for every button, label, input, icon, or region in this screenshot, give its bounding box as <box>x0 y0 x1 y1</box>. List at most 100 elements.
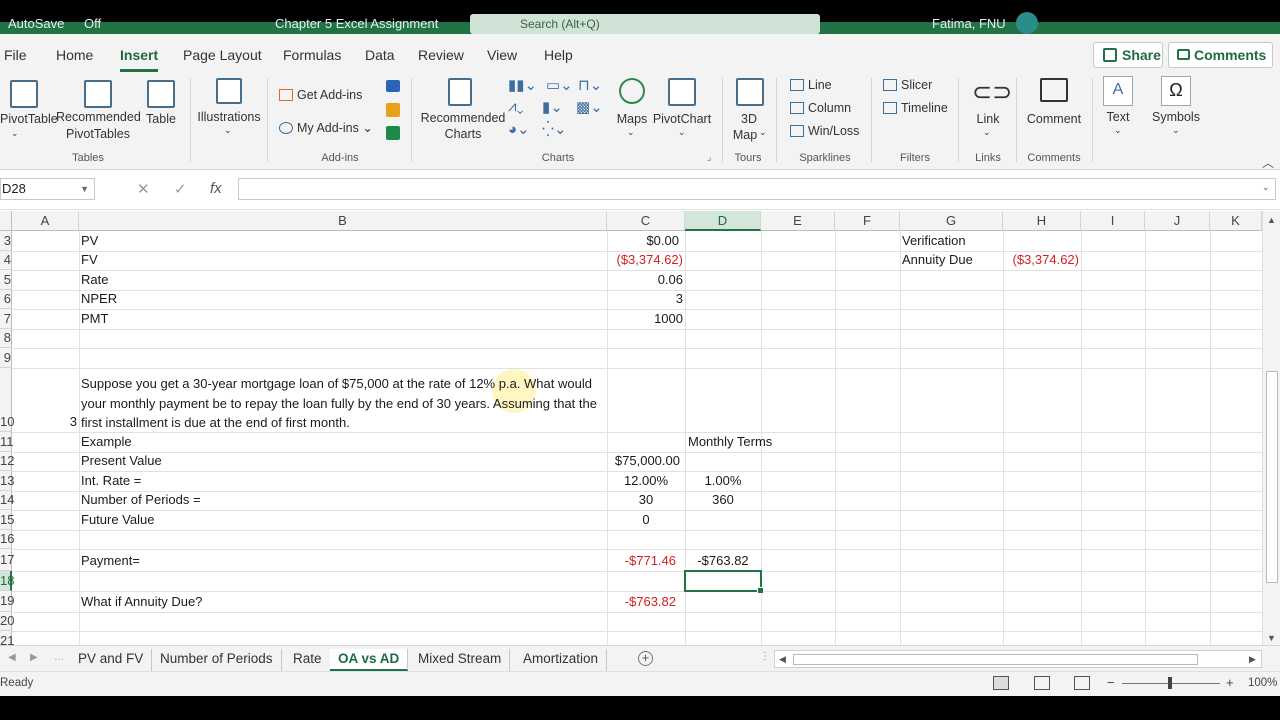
selected-cell-d18[interactable] <box>684 570 764 594</box>
cell-c13[interactable]: 12.00% <box>607 473 685 488</box>
combo-chart-icon[interactable]: ▩⌄ <box>576 98 603 116</box>
user-name[interactable]: Fatima, FNU <box>932 16 1006 31</box>
chevron-down-icon[interactable]: ⌄ <box>224 125 232 136</box>
vertical-scrollbar[interactable]: ▲ ▼ <box>1262 211 1280 645</box>
recommended-charts-l2[interactable]: Charts <box>416 127 510 141</box>
row-header-5[interactable]: 5 <box>0 270 12 290</box>
select-all-corner[interactable] <box>0 211 12 231</box>
hierarchy-chart-icon[interactable]: ▭⌄ <box>546 76 573 94</box>
collapse-ribbon-icon[interactable]: ︿ <box>1262 154 1274 171</box>
row-header-13[interactable]: 13 <box>0 471 14 491</box>
worksheet-grid[interactable]: A B C D E F G H I J K 3 4 5 6 7 8 9 10 1… <box>0 211 1262 645</box>
illustrations-button[interactable]: Illustrations <box>193 110 265 124</box>
bing-icon[interactable] <box>386 103 400 117</box>
scroll-right-icon[interactable]: ▶ <box>1249 654 1256 665</box>
row-header-14[interactable]: 14 <box>0 491 14 510</box>
chevron-down-icon[interactable]: ⌄ <box>678 127 686 138</box>
recommended-pivottables-l1[interactable]: Recommended <box>56 110 141 124</box>
column-header-j[interactable]: J <box>1145 211 1210 231</box>
name-box[interactable]: D28 ▼ <box>0 178 95 200</box>
tab-help[interactable]: Help <box>544 47 573 63</box>
waterfall-chart-icon[interactable]: ⊓⌄ <box>578 76 602 94</box>
cell-b13[interactable]: Int. Rate = <box>81 473 141 488</box>
chevron-down-icon[interactable]: ▼ <box>80 179 89 199</box>
row-header-20[interactable]: 20 <box>0 612 14 631</box>
sheet-tab-oa-vs-ad[interactable]: OA vs AD <box>330 649 409 671</box>
table-button[interactable]: Table <box>140 112 182 126</box>
cell-b15[interactable]: Future Value <box>81 512 154 527</box>
search-box[interactable]: Search (Alt+Q) <box>470 14 820 34</box>
row-header-11[interactable]: 11 <box>0 432 14 452</box>
maps-button[interactable]: Maps <box>610 112 654 126</box>
cell-b7[interactable]: PMT <box>81 311 108 326</box>
column-header-f[interactable]: F <box>835 211 900 231</box>
cell-c6[interactable]: 3 <box>607 291 683 306</box>
share-button[interactable]: Share <box>1093 42 1163 68</box>
scrollbar-thumb[interactable] <box>793 654 1198 665</box>
enter-icon[interactable]: ✓ <box>174 180 187 198</box>
cell-b3[interactable]: PV <box>81 233 98 248</box>
chevron-down-icon[interactable]: ⌄ <box>1172 125 1180 136</box>
chevron-down-icon[interactable]: ⌄ <box>627 127 635 138</box>
prev-sheet-icon[interactable]: ◀ <box>8 652 16 663</box>
column-header-i[interactable]: I <box>1081 211 1145 231</box>
cell-b12[interactable]: Present Value <box>81 453 162 468</box>
page-break-view-icon[interactable] <box>1074 676 1090 690</box>
chevron-down-icon[interactable]: ⌄ <box>1114 125 1122 136</box>
row-header-6[interactable]: 6 <box>0 290 12 309</box>
row-header-3[interactable]: 3 <box>0 231 12 251</box>
cell-c4[interactable]: ($3,374.62) <box>607 252 684 267</box>
tab-home[interactable]: Home <box>56 47 93 63</box>
row-header-18[interactable]: 18 <box>0 571 14 591</box>
cell-c5[interactable]: 0.06 <box>607 272 683 287</box>
cell-b5[interactable]: Rate <box>81 272 108 287</box>
tab-review[interactable]: Review <box>418 47 464 63</box>
row-header-7[interactable]: 7 <box>0 309 12 329</box>
row-header-15[interactable]: 15 <box>0 510 14 530</box>
scrollbar-thumb[interactable] <box>1266 371 1278 583</box>
chevron-down-icon[interactable]: ⌄ <box>1262 182 1270 193</box>
get-addins-button[interactable]: Get Add-ins <box>279 88 362 102</box>
autosave-label[interactable]: AutoSave <box>8 16 64 31</box>
zoom-level[interactable]: 100% <box>1248 677 1277 689</box>
line-chart-icon[interactable]: ⩘⌄ <box>508 98 524 115</box>
cell-c3[interactable]: $0.00 <box>607 233 679 248</box>
3d-map-l1[interactable]: 3D <box>730 112 768 126</box>
cell-g4[interactable]: Annuity Due <box>902 252 973 267</box>
sheet-tab-number-of-periods[interactable]: Number of Periods <box>152 649 282 671</box>
cell-h4[interactable]: ($3,374.62) <box>1003 252 1080 267</box>
column-header-e[interactable]: E <box>761 211 835 231</box>
column-header-c[interactable]: C <box>607 211 685 231</box>
tab-file[interactable]: File <box>4 47 27 63</box>
chevron-down-icon[interactable]: ⌄ <box>11 128 19 139</box>
row-header-8[interactable]: 8 <box>0 329 12 348</box>
horizontal-scrollbar[interactable]: ◀ ▶ <box>774 650 1262 668</box>
chevron-down-icon[interactable]: ⌄ <box>983 127 991 138</box>
comment-button[interactable]: Comment <box>1022 112 1086 126</box>
sheet-tab-mixed-stream[interactable]: Mixed Stream <box>410 649 511 671</box>
comments-button[interactable]: Comments <box>1168 42 1273 68</box>
cell-d17[interactable]: -$763.82 <box>685 553 761 568</box>
cell-b4[interactable]: FV <box>81 252 98 267</box>
text-button[interactable]: Text <box>1100 110 1136 124</box>
cell-d14[interactable]: 360 <box>685 492 761 507</box>
my-addins-button[interactable]: My Add-ins ⌄ <box>279 120 373 135</box>
sparkline-line-button[interactable]: Line <box>790 78 832 92</box>
row-header-4[interactable]: 4 <box>0 251 12 270</box>
sparkline-winloss-button[interactable]: Win/Loss <box>790 124 859 138</box>
tab-formulas[interactable]: Formulas <box>283 47 341 63</box>
cell-b6[interactable]: NPER <box>81 291 117 306</box>
autosave-toggle[interactable]: Off <box>84 16 101 31</box>
cell-b11[interactable]: Example <box>81 434 132 449</box>
recommended-charts-l1[interactable]: Recommended <box>416 111 510 125</box>
column-chart-icon[interactable]: ▮▮⌄ <box>508 76 537 94</box>
visio-icon[interactable] <box>386 80 400 92</box>
avatar[interactable] <box>1016 12 1038 34</box>
slicer-button[interactable]: Slicer <box>883 78 932 92</box>
insert-function-icon[interactable]: fx <box>210 180 222 197</box>
cell-c7[interactable]: 1000 <box>607 311 683 326</box>
column-header-b[interactable]: B <box>79 211 607 231</box>
row-header-10[interactable]: 10 <box>0 368 14 432</box>
tab-insert[interactable]: Insert <box>120 47 159 72</box>
more-icon[interactable]: ⋮ <box>760 651 770 662</box>
